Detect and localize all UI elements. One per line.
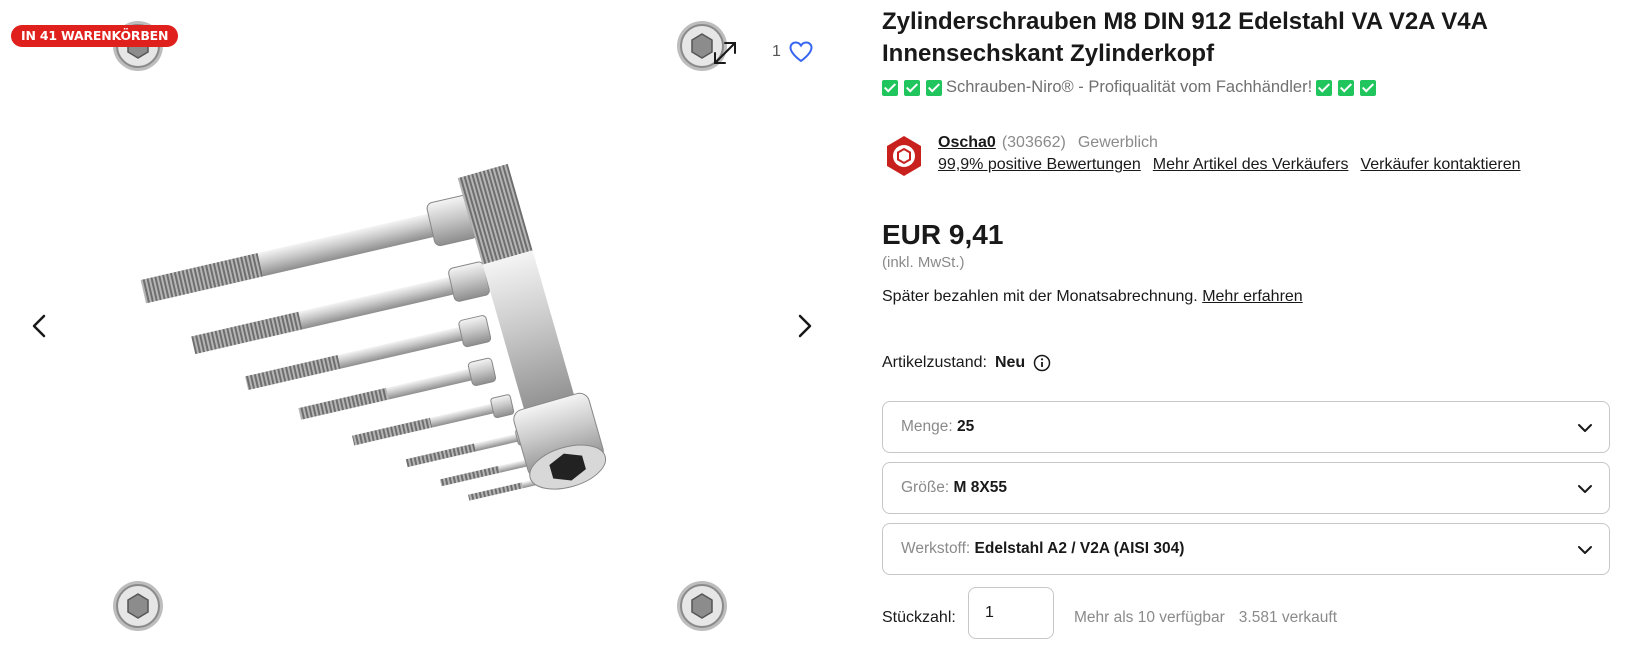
- select-value: 25: [957, 418, 975, 435]
- heart-icon: [789, 41, 813, 63]
- product-subtitle: Schrauben-Niro® - Profiqualität vom Fach…: [882, 78, 1377, 97]
- subtitle-text: Schrauben-Niro® - Profiqualität vom Fach…: [946, 78, 1313, 96]
- check-icon: [882, 79, 898, 96]
- seller-info: Oscha0 (303662) Gewerblich 99,9% positiv…: [882, 132, 1612, 182]
- more-items-link[interactable]: Mehr Artikel des Verkäufers: [1153, 156, 1349, 174]
- check-icon: [926, 79, 942, 96]
- select-value: Edelstahl A2 / V2A (AISI 304): [974, 540, 1185, 557]
- seller-type: Gewerblich: [1077, 134, 1158, 151]
- contact-seller-link[interactable]: Verkäufer kontaktieren: [1360, 156, 1520, 174]
- seller-links: 99,9% positive Bewertungen Mehr Artikel …: [938, 156, 1521, 174]
- check-icon: [1360, 79, 1377, 96]
- cart-count-badge: IN 41 WARENKÖRBEN: [11, 25, 179, 47]
- item-condition: Artikelzustand: Neu: [882, 354, 1051, 372]
- screw-head-thumbnail: [113, 581, 163, 631]
- quantity-label: Stückzahl:: [882, 609, 956, 626]
- condition-label: Artikelzustand:: [882, 354, 987, 371]
- price: EUR 9,41: [882, 219, 1004, 250]
- material-select[interactable]: Werkstoff: Edelstahl A2 / V2A (AISI 304): [882, 523, 1610, 575]
- check-icon: [1338, 79, 1355, 96]
- product-image[interactable]: [125, 160, 745, 510]
- check-icons: [1316, 79, 1377, 96]
- watch-button[interactable]: 1: [772, 38, 813, 66]
- chevron-down-icon: [1578, 546, 1592, 554]
- info-icon[interactable]: [1033, 354, 1051, 372]
- learn-more-link[interactable]: Mehr erfahren: [1202, 288, 1303, 305]
- seller-logo-icon[interactable]: [882, 134, 926, 178]
- positive-feedback-link[interactable]: 99,9% positive Bewertungen: [938, 156, 1141, 174]
- expand-icon[interactable]: [710, 38, 740, 68]
- size-select[interactable]: Größe: M 8X55: [882, 462, 1610, 514]
- seller-name-link[interactable]: Oscha0: [938, 134, 996, 152]
- stock-info: Mehr als 10 verfügbar 3.581 verkauft: [1074, 609, 1337, 627]
- select-label: Menge:: [901, 418, 953, 435]
- quantity-pack-select[interactable]: Menge: 25: [882, 401, 1610, 453]
- check-icons: [882, 79, 942, 96]
- watch-count: 1: [772, 43, 781, 60]
- chevron-down-icon: [1578, 485, 1592, 493]
- select-label: Werkstoff:: [901, 540, 971, 557]
- quantity-input[interactable]: [968, 587, 1054, 639]
- tax-note: (inkl. MwSt.): [882, 254, 965, 271]
- pay-later-text: Später bezahlen mit der Monatsabrechnung…: [882, 288, 1198, 305]
- seller-line: Oscha0 (303662) Gewerblich: [938, 134, 1158, 152]
- chevron-down-icon: [1578, 424, 1592, 432]
- product-title: Zylinderschrauben M8 DIN 912 Edelstahl V…: [882, 8, 1488, 67]
- check-icon: [1316, 79, 1333, 96]
- sold-count: 3.581 verkauft: [1238, 609, 1338, 626]
- pay-later-info: Später bezahlen mit der Monatsabrechnung…: [882, 288, 1303, 306]
- check-icon: [904, 79, 920, 96]
- chevron-left-icon[interactable]: [28, 310, 52, 342]
- select-value: M 8X55: [953, 479, 1007, 496]
- select-label: Größe:: [901, 479, 950, 496]
- seller-feedback-count: (303662): [1001, 134, 1066, 151]
- image-gallery: IN 41 WARENKÖRBEN 1: [0, 0, 830, 665]
- chevron-right-icon[interactable]: [792, 310, 816, 342]
- condition-value: Neu: [994, 354, 1026, 371]
- availability-text: Mehr als 10 verfügbar: [1074, 609, 1225, 626]
- screw-head-thumbnail: [677, 581, 727, 631]
